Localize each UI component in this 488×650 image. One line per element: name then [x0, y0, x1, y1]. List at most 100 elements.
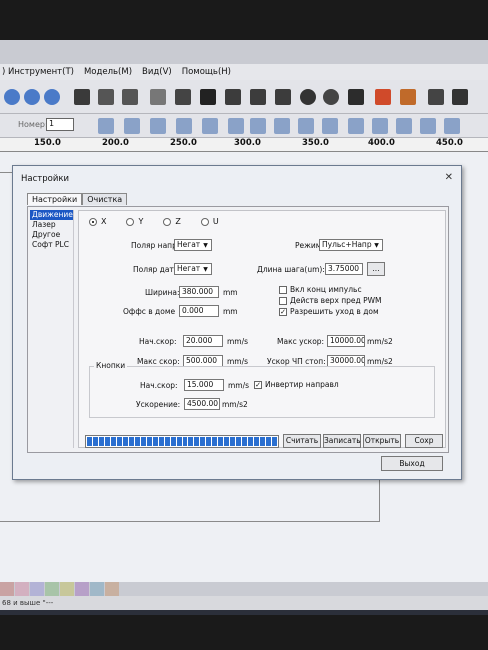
rectangle-icon[interactable]	[200, 89, 216, 105]
zoom-out-icon[interactable]	[44, 89, 60, 105]
same-width-icon[interactable]	[298, 118, 314, 134]
progress-segment	[92, 437, 98, 446]
axis-y-radio[interactable]: Y	[126, 217, 143, 226]
palette-swatch[interactable]	[30, 582, 44, 596]
tab-cleanup[interactable]: Очистка	[82, 193, 128, 205]
axis-u-radio[interactable]: U	[200, 217, 219, 226]
laser-icon[interactable]	[428, 89, 444, 105]
export-icon[interactable]	[400, 89, 416, 105]
progress-segment	[134, 437, 140, 446]
save-button[interactable]: Сохр	[405, 434, 443, 448]
align-center-icon[interactable]	[202, 118, 218, 134]
progress-segment	[242, 437, 248, 446]
key-accel-field[interactable]: 4500.00	[184, 398, 220, 410]
curve-icon[interactable]	[150, 89, 166, 105]
max-accel-label: Макс ускор:	[277, 337, 325, 346]
zoom-icon[interactable]	[4, 89, 20, 105]
nudge-down-icon[interactable]	[444, 118, 460, 134]
axis-label: U	[212, 217, 219, 226]
menu-tools[interactable]: ) Инструмент(T)	[2, 67, 74, 77]
palette-swatch[interactable]	[105, 582, 119, 596]
rip-icon[interactable]	[175, 89, 191, 105]
step-length-field[interactable]: 3.75000	[325, 263, 363, 275]
axis-x-radio[interactable]: X	[89, 217, 106, 226]
checkbox-box	[279, 285, 287, 294]
pan-icon[interactable]	[74, 89, 90, 105]
start-speed-field[interactable]: 20.000	[183, 335, 223, 347]
nudge-right-icon[interactable]	[420, 118, 436, 134]
number-field[interactable]: 1	[46, 118, 74, 131]
checkbox-label: Вкл конц импульс	[290, 285, 362, 294]
step-length-button[interactable]: ...	[367, 262, 385, 276]
polar-sensor-select[interactable]: Негат ▼	[174, 263, 212, 275]
palette-swatch[interactable]	[45, 582, 59, 596]
settings-icon[interactable]	[452, 89, 468, 105]
menu-view[interactable]: Вид(V)	[142, 67, 172, 77]
pen-icon[interactable]	[98, 89, 114, 105]
polar-dir-select[interactable]: Негат ▼	[174, 239, 212, 251]
category-other[interactable]: Другое	[30, 230, 73, 240]
read-button[interactable]: Считать	[283, 434, 321, 448]
progress-segment	[254, 437, 260, 446]
palette-swatch[interactable]	[15, 582, 29, 596]
cloud-icon[interactable]	[300, 89, 316, 105]
main-toolbar	[0, 80, 488, 114]
estop-accel-unit: mm/s2	[367, 357, 393, 366]
mode-select[interactable]: Пульс+Напр ▼	[319, 239, 383, 251]
tab-settings[interactable]: Настройки	[27, 193, 83, 205]
pwm-checkbox[interactable]: Действ верх пред PWM	[279, 296, 382, 305]
ruler-label: 200.0	[102, 138, 129, 148]
limit-pulse-checkbox[interactable]: Вкл конц импульс	[279, 285, 362, 294]
axis-selector: X Y Z U	[89, 217, 219, 226]
close-icon[interactable]: ✕	[445, 172, 453, 183]
brush-icon[interactable]	[122, 89, 138, 105]
menu-help[interactable]: Помощь(H)	[182, 67, 231, 77]
max-speed-unit: mm/s	[227, 357, 249, 366]
ruler-label: 250.0	[170, 138, 197, 148]
allow-home-checkbox[interactable]: ✓ Разрешить уход в дом	[279, 307, 379, 316]
palette-swatch[interactable]	[0, 582, 14, 596]
distribute-v-icon[interactable]	[274, 118, 290, 134]
align-icon[interactable]	[250, 89, 266, 105]
axis-z-radio[interactable]: Z	[163, 217, 181, 226]
progress-segment	[230, 437, 236, 446]
palette-swatch[interactable]	[75, 582, 89, 596]
exit-button[interactable]: Выход	[381, 456, 443, 471]
category-laser[interactable]: Лазер	[30, 220, 73, 230]
monitor-icon[interactable]	[348, 89, 364, 105]
write-button[interactable]: Записать	[323, 434, 361, 448]
ruler-label: 350.0	[302, 138, 329, 148]
chevron-down-icon: ▼	[374, 242, 379, 249]
category-motion[interactable]: Движение	[30, 210, 73, 220]
same-height-icon[interactable]	[322, 118, 338, 134]
distribute-h-icon[interactable]	[250, 118, 266, 134]
node-icon[interactable]	[275, 89, 291, 105]
palette-swatch[interactable]	[90, 582, 104, 596]
nudge-left-icon[interactable]	[372, 118, 388, 134]
menu-model[interactable]: Модель(M)	[84, 67, 132, 77]
align-bottom-icon[interactable]	[176, 118, 192, 134]
open-button[interactable]: Открыть	[363, 434, 401, 448]
progress-segment	[260, 437, 266, 446]
width-field[interactable]: 380.000	[179, 286, 219, 298]
align-middle-icon[interactable]	[228, 118, 244, 134]
home-offset-field[interactable]: 0.000	[179, 305, 219, 317]
zoom-in-icon[interactable]	[24, 89, 40, 105]
dialog-title: Настройки	[21, 174, 70, 184]
align-right-icon[interactable]	[124, 118, 140, 134]
progress-segment	[87, 437, 92, 446]
nudge-up-icon[interactable]	[396, 118, 412, 134]
palette-swatch[interactable]	[60, 582, 74, 596]
key-start-speed-field[interactable]: 15.000	[184, 379, 224, 391]
stop-icon[interactable]	[375, 89, 391, 105]
same-size-icon[interactable]	[348, 118, 364, 134]
category-soft-plc[interactable]: Софт PLC	[30, 240, 73, 250]
download-icon[interactable]	[323, 89, 339, 105]
array-icon[interactable]	[225, 89, 241, 105]
taskbar	[0, 610, 488, 615]
invert-direction-checkbox[interactable]: ✓ Инвертир направл	[254, 380, 339, 389]
align-left-icon[interactable]	[98, 118, 114, 134]
checkbox-label: Разрешить уход в дом	[290, 307, 379, 316]
align-top-icon[interactable]	[150, 118, 166, 134]
max-accel-field[interactable]: 10000.00	[327, 335, 365, 347]
